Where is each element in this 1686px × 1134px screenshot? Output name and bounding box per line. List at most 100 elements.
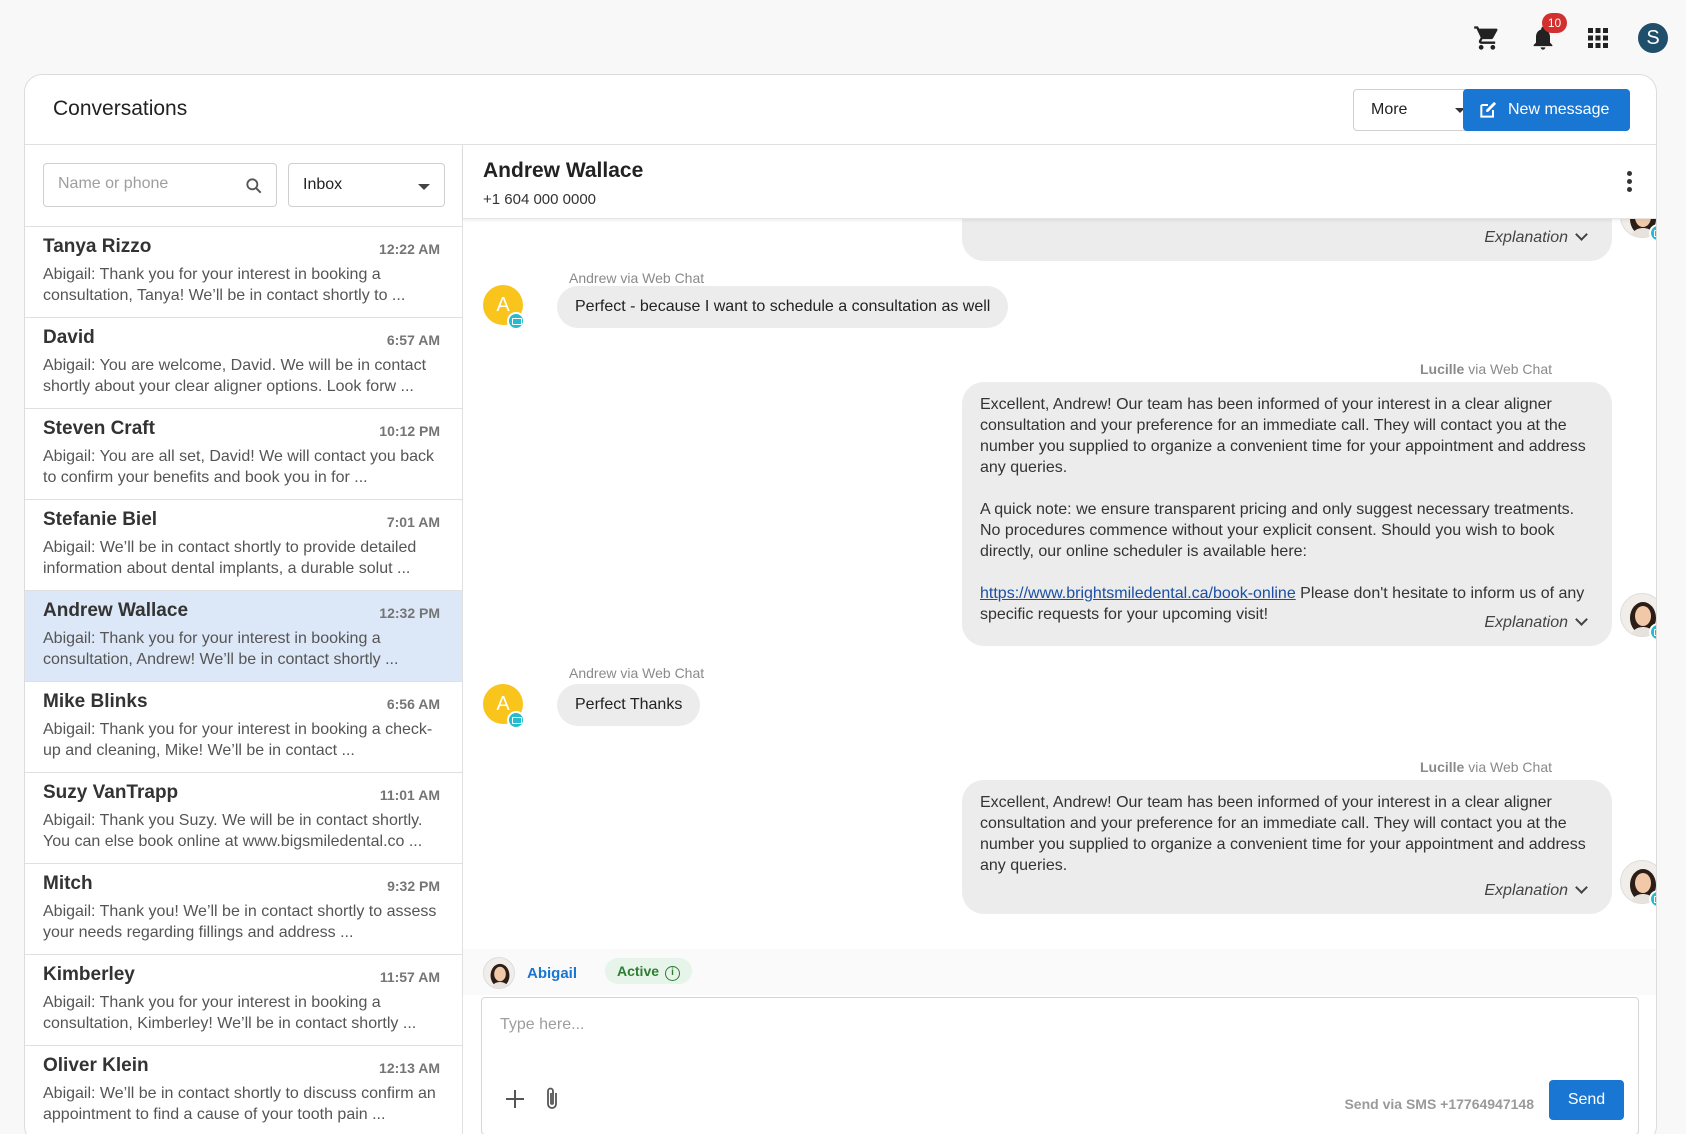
webchat-badge-icon xyxy=(1649,890,1656,908)
conversation-preview: Abigail: Thank you for your interest in … xyxy=(43,266,406,304)
message-bubble-outgoing: Excellent, Andrew! Our team has been inf… xyxy=(962,780,1612,914)
conversation-time: 12:32 PM xyxy=(379,605,440,621)
chevron-down-icon xyxy=(1575,613,1588,626)
conversations-card: Conversations More New message Inbox Tan… xyxy=(24,74,1657,1134)
sender-name: Lucille xyxy=(1419,361,1465,377)
conversation-time: 10:12 PM xyxy=(379,423,440,439)
top-bar: 10 S xyxy=(0,0,1686,74)
sender-channel: via Web Chat xyxy=(1464,759,1552,775)
conversation-name: David xyxy=(43,327,95,348)
conversation-name: Mitch xyxy=(43,873,93,894)
attachment-icon[interactable] xyxy=(544,1086,560,1112)
search-input[interactable] xyxy=(58,175,238,193)
composer-agent-bar: Abigail Active i xyxy=(463,949,1656,995)
contact-phone: +1 604 000 0000 xyxy=(483,191,597,208)
webchat-badge-icon xyxy=(507,711,525,729)
send-channel-label: Send via SMS +17764947148 xyxy=(1344,1096,1534,1112)
explanation-label: Explanation xyxy=(1484,614,1568,631)
conversation-name: Stefanie Biel xyxy=(43,509,158,530)
message-sender: Andrew via Web Chat xyxy=(569,270,705,286)
conversation-item[interactable]: Mike Blinks 6:56 AM Abigail: Thank you f… xyxy=(25,682,462,773)
message-sender: Andrew via Web Chat xyxy=(569,665,705,681)
conversation-time: 11:57 AM xyxy=(379,969,440,985)
folder-select[interactable]: Inbox xyxy=(288,163,445,207)
info-icon[interactable]: i xyxy=(665,966,681,981)
bell-icon[interactable]: 10 xyxy=(1527,13,1567,54)
conversation-time: 12:22 AM xyxy=(379,241,440,257)
conversation-item[interactable]: David 6:57 AM Abigail: You are welcome, … xyxy=(25,318,462,409)
message-text: Excellent, Andrew! Our team has been inf… xyxy=(980,396,1586,476)
conversation-preview: Abigail: Thank you Suzy. We will be in c… xyxy=(43,812,423,850)
card-header: Conversations More New message xyxy=(25,75,1656,145)
message-sender: Lucille via Web Chat xyxy=(1420,361,1552,377)
conversation-preview: Abigail: You are all set, David! We will… xyxy=(43,448,435,486)
user-avatar[interactable]: S xyxy=(1638,23,1668,53)
caret-down-icon xyxy=(418,184,430,190)
explanation-toggle[interactable]: Explanation xyxy=(1484,227,1588,248)
explanation-toggle[interactable]: Explanation xyxy=(1484,880,1588,901)
message-text: A quick note: we ensure transparent pric… xyxy=(980,501,1575,560)
explanation-toggle[interactable]: Explanation xyxy=(1484,612,1588,633)
conversation-time: 6:56 AM xyxy=(386,696,440,712)
compose-icon xyxy=(1480,101,1497,118)
status-badge: Active i xyxy=(605,958,693,984)
conversation-preview: Abigail: You are welcome, David. We will… xyxy=(43,357,427,395)
cart-icon[interactable] xyxy=(1471,22,1503,54)
message-input[interactable] xyxy=(500,1016,1600,1056)
new-message-button[interactable]: New message xyxy=(1463,89,1630,131)
conversation-list: Tanya Rizzo 12:22 AM Abigail: Thank you … xyxy=(25,226,462,1134)
chevron-down-icon xyxy=(1575,228,1588,241)
conversation-name: Mike Blinks xyxy=(43,691,148,712)
conversation-preview: Abigail: Thank you for your interest in … xyxy=(43,630,399,668)
webchat-badge-icon xyxy=(507,312,525,330)
chevron-down-icon xyxy=(1575,881,1588,894)
chat-pane: Andrew Wallace +1 604 000 0000 Explanati… xyxy=(463,145,1656,1134)
conversation-time: 6:57 AM xyxy=(386,332,440,348)
sender-name: Lucille xyxy=(1419,759,1465,775)
new-message-label: New message xyxy=(1508,101,1610,118)
conversation-time: 11:01 AM xyxy=(379,787,440,803)
message-sender: Lucille via Web Chat xyxy=(1420,759,1552,775)
add-icon[interactable] xyxy=(506,1090,524,1108)
agent-avatar xyxy=(483,957,515,989)
folder-select-value: Inbox xyxy=(303,176,343,193)
conversation-preview: Abigail: Thank you for your interest in … xyxy=(43,994,417,1032)
message-text: Excellent, Andrew! Our team has been inf… xyxy=(980,794,1586,874)
explanation-label: Explanation xyxy=(1484,229,1568,246)
conversation-item[interactable]: Suzy VanTrapp 11:01 AM Abigail: Thank yo… xyxy=(25,773,462,864)
conversation-sidebar: Inbox Tanya Rizzo 12:22 AM Abigail: Than… xyxy=(25,145,463,1134)
conversation-item[interactable]: Tanya Rizzo 12:22 AM Abigail: Thank you … xyxy=(25,227,462,318)
conversation-item[interactable]: Steven Craft 10:12 PM Abigail: You are a… xyxy=(25,409,462,500)
conversation-item-selected[interactable]: Andrew Wallace 12:32 PM Abigail: Thank y… xyxy=(25,591,462,682)
explanation-label: Explanation xyxy=(1484,882,1568,899)
search-icon[interactable] xyxy=(244,176,264,196)
conversation-item[interactable]: Kimberley 11:57 AM Abigail: Thank you fo… xyxy=(25,955,462,1046)
sender-channel: via Web Chat xyxy=(1464,361,1552,377)
composer: Send via SMS +17764947148 Send xyxy=(481,997,1639,1134)
conversation-item[interactable]: Mitch 9:32 PM Abigail: Thank you! We’ll … xyxy=(25,864,462,955)
conversation-item[interactable]: Oliver Klein 12:13 AM Abigail: We’ll be … xyxy=(25,1046,462,1134)
message-bubble-incoming: Perfect Thanks xyxy=(557,684,701,726)
status-label: Active xyxy=(617,963,660,979)
apps-grid-icon[interactable] xyxy=(1582,22,1614,54)
contact-name: Andrew Wallace xyxy=(483,159,644,182)
message-thread: Explanation Andrew via Web Chat A Perfec… xyxy=(463,219,1656,949)
notification-badge: 10 xyxy=(1542,13,1567,33)
more-options-icon[interactable] xyxy=(1624,171,1634,193)
message-bubble-incoming: Perfect - because I want to schedule a c… xyxy=(557,286,1009,328)
conversation-time: 7:01 AM xyxy=(386,514,440,530)
more-button-label: More xyxy=(1371,101,1408,118)
conversation-preview: Abigail: We’ll be in contact shortly to … xyxy=(43,1085,436,1123)
booking-link[interactable]: https://www.brightsmiledental.ca/book-on… xyxy=(980,585,1296,602)
conversation-time: 12:13 AM xyxy=(379,1060,440,1076)
agent-name[interactable]: Abigail xyxy=(527,965,577,982)
webchat-badge-icon xyxy=(1649,224,1656,242)
conversation-preview: Abigail: We’ll be in contact shortly to … xyxy=(43,539,417,577)
chat-header: Andrew Wallace +1 604 000 0000 xyxy=(463,145,1656,219)
conversation-preview: Abigail: Thank you for your interest in … xyxy=(43,721,433,759)
conversation-item[interactable]: Stefanie Biel 7:01 AM Abigail: We’ll be … xyxy=(25,500,462,591)
send-button[interactable]: Send xyxy=(1549,1080,1624,1120)
webchat-badge-icon xyxy=(1649,623,1656,641)
conversation-preview: Abigail: Thank you! We’ll be in contact … xyxy=(43,903,437,941)
search-box xyxy=(43,163,277,207)
